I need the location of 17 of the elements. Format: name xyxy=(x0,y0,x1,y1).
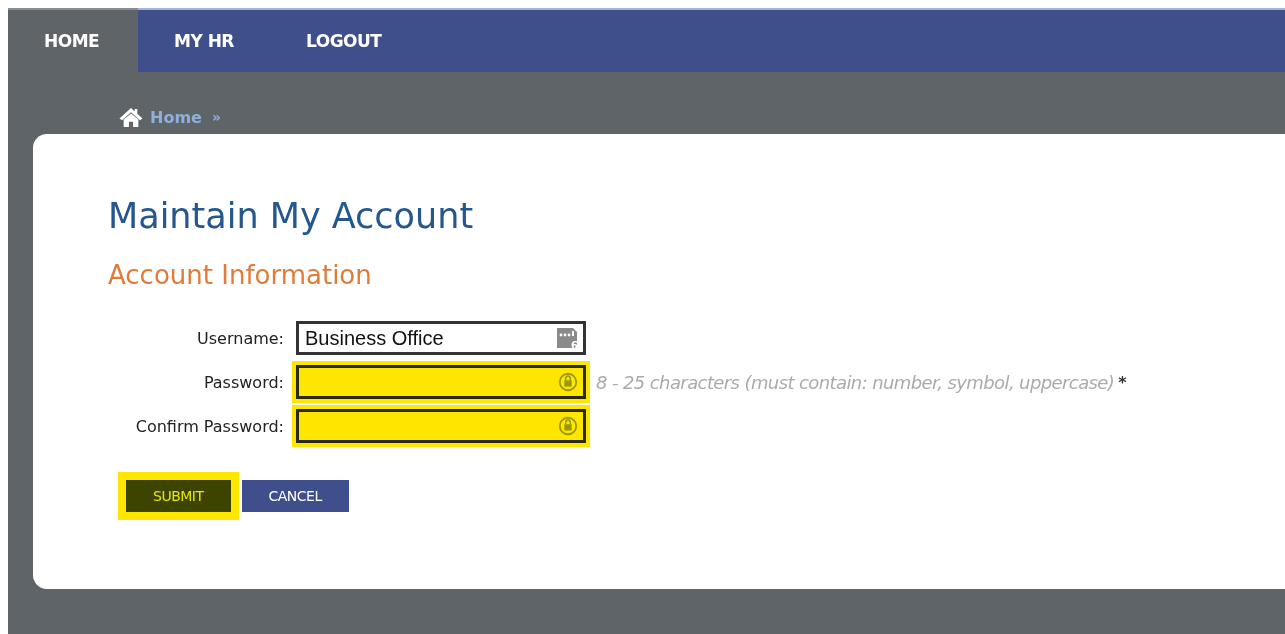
breadcrumb-separator: » xyxy=(211,109,221,125)
nav-tab[interactable]: LOGOUT xyxy=(269,8,418,72)
submit-button[interactable]: SUBMIT xyxy=(126,480,231,512)
field-label: Confirm Password: xyxy=(134,416,285,436)
page-title: Maintain My Account xyxy=(108,196,475,236)
field-label: Password: xyxy=(202,372,285,392)
nav-tab[interactable]: MY HR xyxy=(138,8,270,72)
home-icon xyxy=(118,106,144,128)
cancel-button[interactable]: CANCEL xyxy=(241,480,349,512)
lock-icon xyxy=(557,415,579,437)
password-field[interactable] xyxy=(296,409,586,443)
required-mark: * xyxy=(1118,372,1127,392)
section-title: Account Information xyxy=(108,260,373,290)
password-hint: 8 - 25 characters (must contain: number, symbol, uppercase) xyxy=(596,371,1115,393)
field-label: Username: xyxy=(196,328,285,348)
password-field[interactable] xyxy=(296,365,586,399)
lock-icon xyxy=(557,371,579,393)
